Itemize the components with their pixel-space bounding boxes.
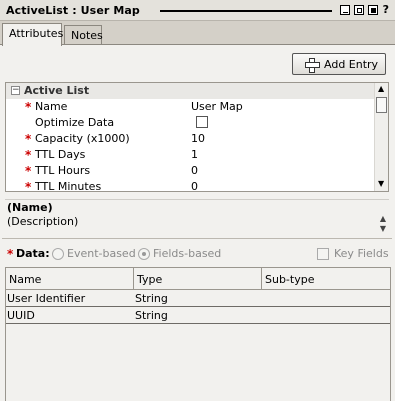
- tab-notes-label: Notes: [71, 29, 103, 42]
- property-value[interactable]: 0: [191, 180, 198, 191]
- add-icon: [305, 58, 320, 73]
- property-value[interactable]: 0: [191, 164, 198, 177]
- tab-notes[interactable]: Notes: [64, 25, 103, 45]
- property-name: TTL Minutes: [35, 180, 102, 192]
- window-title: ActiveList : User Map: [6, 4, 140, 17]
- table-header: Name Type Sub-type: [6, 268, 390, 290]
- required-star-icon: *: [25, 148, 32, 162]
- property-value[interactable]: User Map: [191, 100, 243, 113]
- panel-divider: [2, 238, 392, 239]
- required-star-icon: *: [7, 247, 14, 261]
- property-value[interactable]: 1: [191, 148, 198, 161]
- property-row-capacity[interactable]: * Capacity (x1000) 10: [6, 131, 376, 147]
- description-scroll-icon[interactable]: ▲ ▼: [380, 214, 386, 234]
- fields-based-radio[interactable]: [138, 248, 150, 260]
- table-row[interactable]: User Identifier String: [6, 290, 390, 307]
- data-options-row: * Data: Event-based Fields-based Key Fie…: [0, 246, 395, 262]
- section-header-active-list[interactable]: − Active List: [6, 83, 376, 99]
- add-entry-button[interactable]: Add Entry: [292, 53, 386, 75]
- optimize-data-checkbox[interactable]: [196, 116, 208, 128]
- property-name: Optimize Data: [35, 116, 115, 129]
- close-icon[interactable]: [368, 5, 378, 15]
- table-row[interactable]: UUID String: [6, 307, 390, 324]
- key-fields-checkbox[interactable]: [317, 248, 329, 260]
- cell-type: String: [135, 309, 168, 322]
- event-based-radio[interactable]: [52, 248, 64, 260]
- cell-name: UUID: [7, 309, 35, 322]
- property-name: TTL Hours: [35, 164, 91, 177]
- tab-attributes[interactable]: Attributes: [2, 23, 64, 46]
- property-grid-scrollbar[interactable]: ▲ ▼: [374, 83, 388, 191]
- add-entry-label: Add Entry: [324, 58, 379, 71]
- restore-icon[interactable]: [354, 5, 364, 15]
- description-panel: (Name) (Description) ▲ ▼: [5, 199, 389, 234]
- required-star-icon: *: [25, 100, 32, 114]
- scroll-up-icon[interactable]: ▲: [378, 84, 384, 93]
- collapse-icon[interactable]: −: [11, 86, 20, 95]
- data-label: Data:: [16, 247, 50, 260]
- property-name: Capacity (x1000): [35, 132, 130, 145]
- required-star-icon: *: [25, 164, 32, 178]
- scroll-down-icon[interactable]: ▼: [378, 179, 384, 188]
- tab-attributes-label: Attributes: [9, 27, 64, 40]
- fields-based-label: Fields-based: [153, 247, 222, 260]
- column-header-type[interactable]: Type: [137, 273, 162, 286]
- cell-type: String: [135, 292, 168, 305]
- property-name: TTL Days: [35, 148, 86, 161]
- required-star-icon: *: [25, 180, 32, 192]
- property-row-optimize-data[interactable]: Optimize Data: [6, 115, 376, 131]
- help-button[interactable]: ?: [383, 3, 389, 16]
- description-text: (Description): [7, 215, 79, 228]
- property-value[interactable]: 10: [191, 132, 205, 145]
- window-title-bar: ActiveList : User Map ?: [0, 0, 395, 21]
- title-bar-grip[interactable]: [160, 10, 332, 12]
- cell-name: User Identifier: [7, 292, 86, 305]
- property-name: Name: [35, 100, 68, 113]
- property-row-name[interactable]: * Name User Map: [6, 99, 376, 115]
- section-title: Active List: [24, 84, 90, 97]
- property-row-ttl-days[interactable]: * TTL Days 1: [6, 147, 376, 163]
- scroll-thumb[interactable]: [376, 97, 387, 113]
- column-header-name[interactable]: Name: [9, 273, 41, 286]
- required-star-icon: *: [25, 132, 32, 146]
- property-row-ttl-hours[interactable]: * TTL Hours 0: [6, 163, 376, 179]
- property-row-ttl-minutes[interactable]: * TTL Minutes 0: [6, 179, 376, 192]
- description-name: (Name): [7, 201, 53, 214]
- minimize-icon[interactable]: [340, 5, 350, 15]
- property-grid: − Active List * Name User Map Optimize D…: [5, 82, 389, 192]
- event-based-label: Event-based: [67, 247, 136, 260]
- key-fields-label: Key Fields: [334, 247, 389, 260]
- fields-table: Name Type Sub-type User Identifier Strin…: [5, 267, 391, 401]
- column-header-subtype[interactable]: Sub-type: [265, 273, 314, 286]
